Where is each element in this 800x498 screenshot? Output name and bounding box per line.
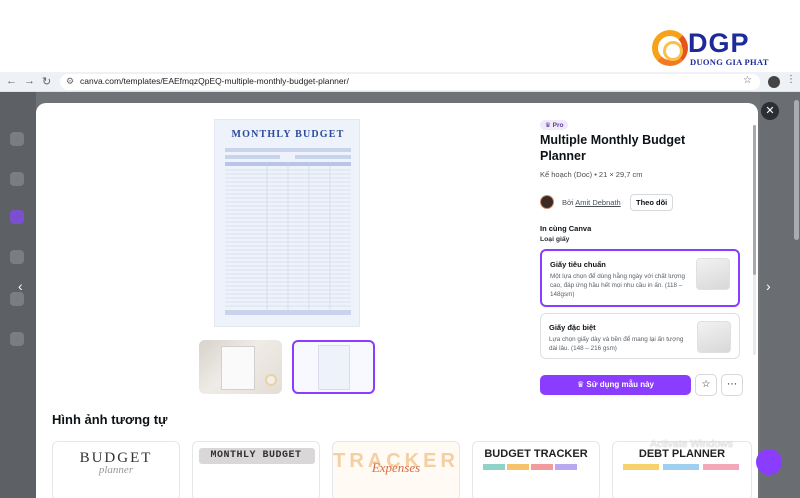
similar-card-title: MONTHLY BUDGET: [210, 450, 302, 461]
paper-option-title: Giấy đặc biệt: [549, 323, 596, 332]
author-link[interactable]: Amit Debnath: [575, 198, 620, 207]
similar-card-script: Expenses: [371, 460, 421, 475]
favorite-star-icon[interactable]: ☆: [695, 374, 717, 396]
use-template-label: Sử dụng mẫu này: [586, 380, 654, 389]
dgp-logo: DGP DUONG GIA PHAT: [650, 28, 780, 70]
paper-stack-icon: [697, 321, 731, 353]
url-text[interactable]: canva.com/templates/EAEfmqzQpEQ-multiple…: [80, 76, 349, 86]
logo-ring-icon: [652, 30, 688, 66]
coffee-cup-icon: [265, 374, 277, 386]
close-icon[interactable]: ✕: [761, 102, 779, 120]
author-prefix: Bởi: [562, 198, 574, 207]
rail-icon: [10, 332, 24, 346]
similar-card-script: planner: [98, 464, 134, 476]
similar-heading: Hình ảnh tương tự: [52, 412, 168, 427]
paper-stack-icon: [696, 258, 730, 290]
rail-icon: [10, 250, 24, 264]
thumbnail-doc-mock: [221, 346, 255, 390]
use-template-button[interactable]: ♛ Sử dụng mẫu này: [540, 375, 691, 395]
template-title: Multiple Monthly Budget Planner: [540, 133, 686, 163]
template-preview[interactable]: MONTHLY BUDGET: [214, 119, 360, 327]
pro-badge-label: Pro: [552, 122, 564, 129]
profile-avatar[interactable]: [768, 76, 780, 88]
thumbnail-doc-mock: [318, 345, 350, 390]
card-color-swatch: [555, 464, 577, 470]
site-info-icon[interactable]: ⚙: [66, 76, 74, 87]
prev-template-arrow-icon[interactable]: ‹: [18, 278, 23, 294]
logo-brand-main: DGP: [688, 28, 750, 58]
paper-option-standard[interactable]: Giấy tiêu chuẩn Một lựa chọn để dùng hằn…: [540, 249, 740, 307]
similar-card[interactable]: MONTHLY BUDGET: [192, 441, 320, 498]
author-avatar[interactable]: [540, 195, 554, 209]
card-color-swatch: [531, 464, 553, 470]
address-bar[interactable]: ⚙ canva.com/templates/EAEfmqzQpEQ-multip…: [60, 74, 760, 90]
more-options-icon[interactable]: ⋯: [721, 374, 743, 396]
windows-activation-watermark: Activate Windows: [650, 438, 733, 450]
browser-toolbar: ← → ↻ ⚙ canva.com/templates/EAEfmqzQpEQ-…: [0, 72, 800, 92]
paper-type-heading: Loại giấy: [540, 236, 570, 243]
top-banner: DGP DUONG GIA PHAT: [0, 0, 800, 72]
background-sidebar: [0, 92, 36, 498]
card-color-swatch: [703, 464, 739, 470]
logo-brand-sub: DUONG GIA PHAT: [690, 57, 769, 67]
preview-budget-table: [225, 148, 351, 315]
rail-icon: [10, 210, 24, 224]
card-color-swatch: [507, 464, 529, 470]
print-heading: In cùng Canva: [540, 224, 592, 233]
next-template-arrow-icon[interactable]: ›: [766, 278, 771, 294]
card-color-swatch: [663, 464, 699, 470]
rail-icon: [10, 172, 24, 186]
similar-card[interactable]: BUDGET TRACKER: [472, 441, 600, 498]
paper-option-premium[interactable]: Giấy đặc biệt Lựa chọn giấy dày và bền đ…: [540, 313, 740, 359]
template-meta: Kế hoạch (Doc) • 21 × 29,7 cm: [540, 170, 643, 179]
similar-card[interactable]: BUDGET planner: [52, 441, 180, 498]
reload-icon[interactable]: ↻: [42, 75, 51, 88]
similar-card[interactable]: TRACKER Expenses: [332, 441, 460, 498]
card-color-swatch: [623, 464, 659, 470]
thumbnail-page-selected[interactable]: [292, 340, 375, 394]
paper-option-desc: Lựa chọn giấy dày và bền để mang lại ấn …: [549, 336, 684, 352]
paper-option-title: Giấy tiêu chuẩn: [550, 260, 606, 269]
author-line: Bởi Amit Debnath: [562, 198, 621, 207]
thumbnail-photo[interactable]: [199, 340, 282, 394]
rail-icon: [10, 132, 24, 146]
page-scrollbar[interactable]: [794, 100, 799, 240]
bookmark-star-icon[interactable]: ☆: [743, 75, 752, 86]
paper-option-desc: Một lựa chọn để dùng hằng ngày với chất …: [550, 273, 686, 298]
help-fab-button[interactable]: [756, 449, 782, 475]
back-arrow-icon[interactable]: ←: [6, 75, 17, 87]
preview-doc-title: MONTHLY BUDGET: [231, 129, 345, 140]
follow-button[interactable]: Theo dõi: [630, 194, 674, 211]
card-color-swatch: [483, 464, 505, 470]
similar-card-title: BUDGET TRACKER: [484, 448, 588, 460]
pro-badge: ♛ Pro: [540, 120, 569, 130]
rail-icon: [10, 292, 24, 306]
browser-menu-icon[interactable]: ⋮: [786, 74, 796, 85]
panel-scroll-thumb[interactable]: [753, 125, 756, 275]
forward-arrow-icon[interactable]: →: [24, 75, 35, 87]
template-details-panel: ♛ Pro Multiple Monthly Budget Planner Kế…: [540, 103, 756, 403]
